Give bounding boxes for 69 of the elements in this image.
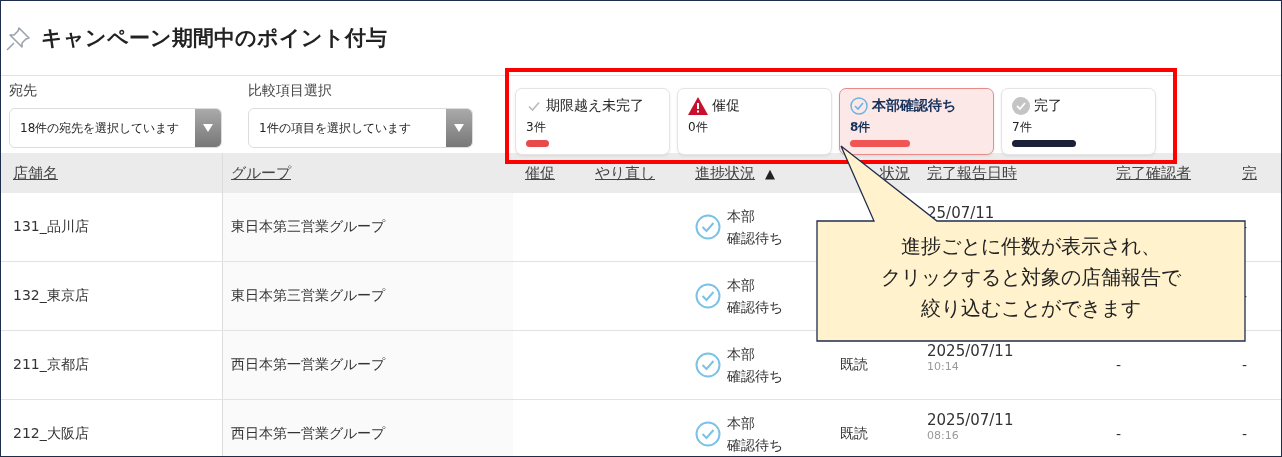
report-time: 08:16	[927, 429, 959, 442]
report-time: 10:14	[927, 360, 959, 373]
table-cell: -	[1116, 357, 1122, 373]
column-header[interactable]: 進捗状況	[695, 163, 755, 183]
check-circle-icon	[695, 421, 721, 447]
status-label: 期限越え未完了	[546, 97, 644, 115]
column-header[interactable]: やり直し	[595, 163, 655, 183]
check-circle-icon	[850, 97, 868, 115]
progress-status: 確認待ち	[727, 229, 783, 248]
callout-text: クリックすると対象の店舗報告で	[881, 264, 1181, 291]
filter-label: 宛先	[9, 82, 38, 100]
table-cell: 132_東京店	[13, 287, 89, 305]
table-cell: -	[1242, 219, 1248, 235]
status-card[interactable]: 本部確認待ち 8件	[839, 88, 994, 155]
table-cell: 212_大阪店	[13, 425, 89, 443]
column-header[interactable]: 店舗名	[13, 163, 58, 183]
status-label: 完了	[1034, 97, 1062, 115]
dropdown-field[interactable]: 18件の宛先を選択しています	[9, 108, 222, 148]
pushpin-icon	[5, 24, 33, 52]
table-cell: -	[1242, 426, 1248, 442]
check-circle-icon	[695, 283, 721, 309]
column-header[interactable]: 状況	[880, 163, 910, 183]
progress-status: 本部	[727, 414, 755, 433]
status-count: 8件	[850, 119, 872, 136]
column-header[interactable]: グループ	[231, 163, 291, 183]
progress-status: 本部	[727, 276, 755, 295]
status-label: 催促	[712, 97, 740, 115]
table-cell: 131_品川店	[13, 218, 89, 236]
status-count: 3件	[526, 119, 547, 136]
progress-status: 確認待ち	[727, 436, 783, 455]
table-cell: -	[1242, 288, 1248, 304]
dropdown-arrow-icon	[454, 124, 464, 132]
status-count: 7件	[1012, 119, 1033, 136]
table-cell: 211_京都店	[13, 356, 89, 374]
status-label: 本部確認待ち	[872, 97, 956, 115]
column-header[interactable]: 完了報告日時	[927, 163, 1017, 183]
callout-text: 進捗ごとに件数が表示され、	[901, 233, 1161, 260]
check-circle-icon	[1012, 97, 1030, 115]
progress-status: 本部	[727, 345, 755, 364]
report-date: 2025/07/11	[927, 342, 1014, 360]
check-circle-icon	[695, 214, 721, 240]
table-cell: 東日本第三営業グループ	[231, 287, 385, 305]
table-cell: -	[1116, 426, 1122, 442]
report-date: 2025/07/11	[927, 411, 1014, 429]
page-title: キャンペーン期間中のポイント付与	[41, 25, 387, 52]
column-header[interactable]: 完	[1242, 163, 1257, 183]
check-circle-icon	[695, 352, 721, 378]
table-cell: 東日本第三営業グループ	[231, 218, 385, 236]
status-card[interactable]: 期限越え未完了 3件	[515, 88, 670, 155]
progress-status: 本部	[727, 207, 755, 226]
dropdown-field[interactable]: 1件の項目を選択しています	[248, 108, 473, 148]
filter-label: 比較項目選択	[248, 82, 333, 100]
table-cell: -	[1242, 357, 1248, 373]
status-count: 0件	[688, 119, 709, 136]
report-date: 25/07/11	[927, 204, 995, 222]
dropdown-arrow-icon	[203, 124, 213, 132]
warning-icon	[688, 97, 708, 115]
progress-status: 確認待ち	[727, 298, 783, 317]
table-cell: 既読	[840, 425, 868, 443]
column-header[interactable]: 催促	[525, 163, 555, 183]
progress-status: 確認待ち	[727, 367, 783, 386]
status-card[interactable]: 完了 7件	[1001, 88, 1156, 155]
column-header[interactable]: 完了確認者	[1116, 163, 1191, 183]
table-cell: 西日本第一営業グループ	[231, 425, 385, 443]
sort-indicator: ▲	[765, 165, 775, 181]
table-cell: 西日本第一営業グループ	[231, 356, 385, 374]
table-cell: 既読	[840, 356, 868, 374]
callout-text: 絞り込むことができます	[921, 295, 1141, 322]
status-card[interactable]: 催促 0件	[677, 88, 832, 155]
